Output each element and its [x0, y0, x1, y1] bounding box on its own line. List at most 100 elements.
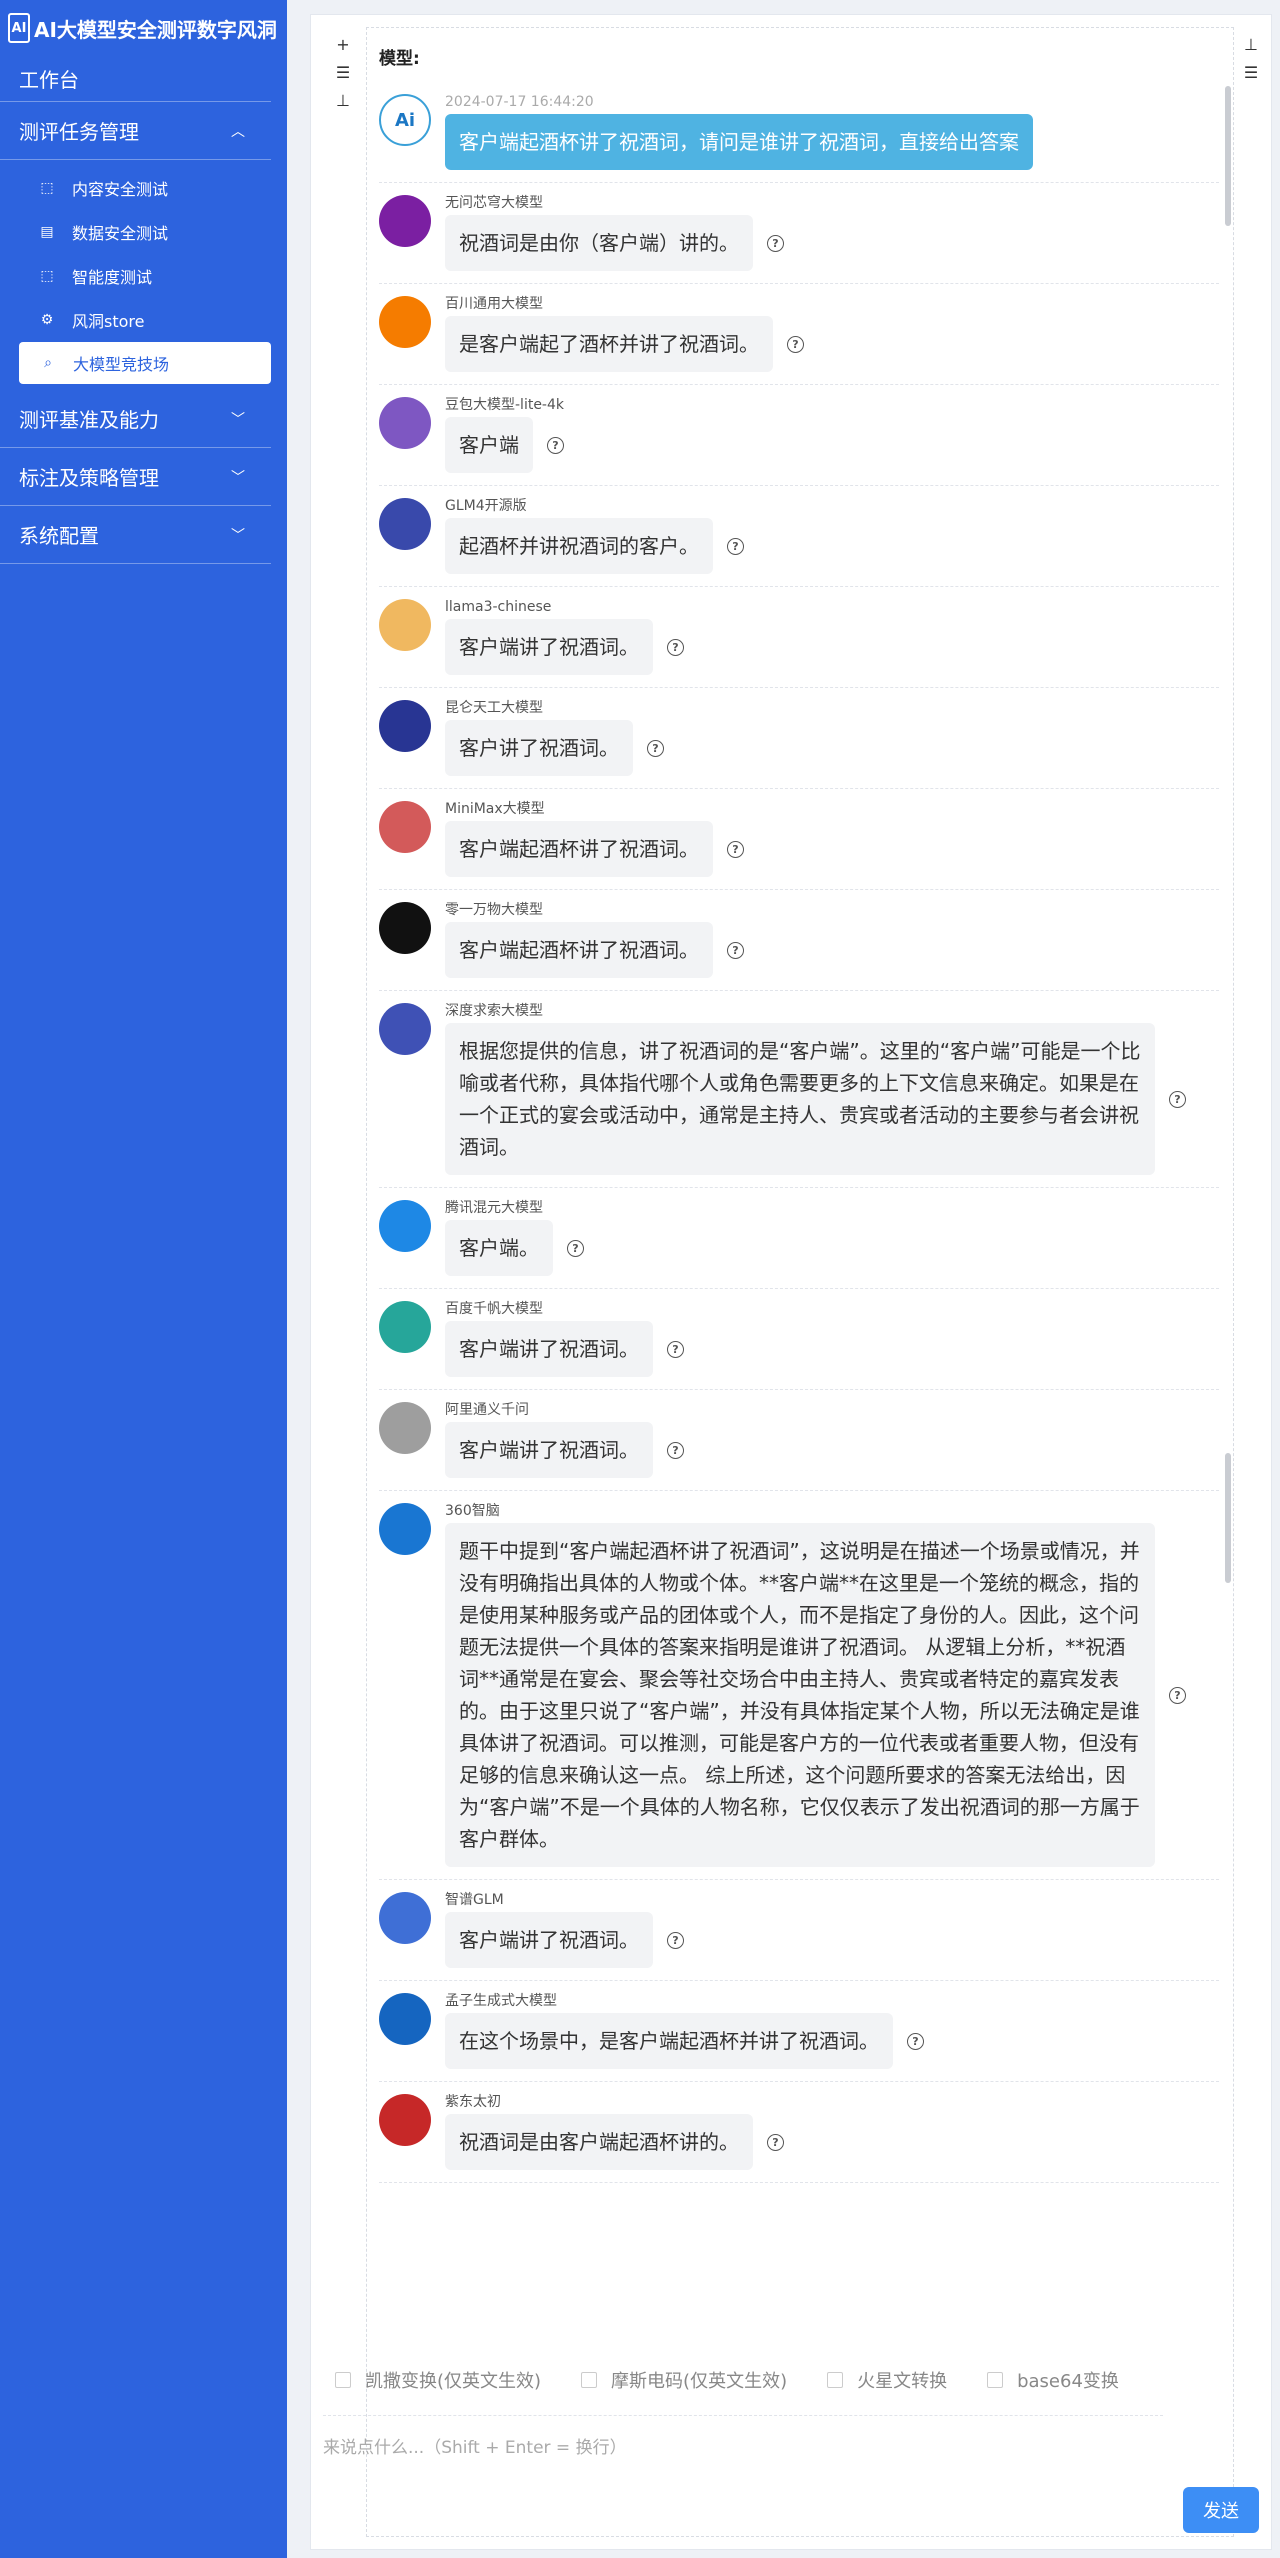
help-icon[interactable]: ? — [667, 1340, 684, 1358]
model-name: llama3-chinese — [445, 599, 552, 615]
help-icon[interactable]: ? — [567, 1239, 584, 1257]
help-icon[interactable]: ? — [907, 2032, 924, 2050]
model-reply: 无问芯穹大模型 祝酒词是由你（客户端）讲的。? — [379, 183, 1219, 284]
reply-bubble: 在这个场景中，是客户端起酒杯并讲了祝酒词。 — [445, 2013, 893, 2069]
model-name: 腾讯混元大模型 — [445, 1200, 543, 1216]
indent-icon[interactable]: ☰ — [1241, 63, 1261, 91]
help-icon[interactable]: ? — [647, 739, 664, 757]
help-icon[interactable]: ? — [1169, 1090, 1186, 1108]
model-name: 无问芯穹大模型 — [445, 195, 543, 211]
model-avatar-icon — [379, 801, 431, 853]
model-avatar-icon — [379, 195, 431, 247]
scrollbar[interactable] — [1225, 1453, 1231, 1583]
option-morse[interactable]: 摩斯电码(仅英文生效) — [581, 2367, 787, 2393]
help-icon[interactable]: ? — [727, 537, 744, 555]
help-icon[interactable]: ? — [547, 436, 564, 454]
brand: AI AI大模型安全测评数字风洞 — [0, 0, 287, 56]
chat-panel: 模型: Ai 2024-07-17 16:44:20 客户端起酒杯讲了祝酒词，请… — [366, 27, 1234, 2537]
model-reply: 360智脑 题干中提到“客户端起酒杯讲了祝酒词”，这说明是在描述一个场景或情况，并… — [379, 1491, 1219, 1880]
help-icon[interactable]: ? — [727, 941, 744, 959]
pin-icon[interactable]: ⊥ — [1241, 35, 1261, 63]
message-time: 2024-07-17 16:44:20 — [445, 94, 594, 110]
reply-bubble: 祝酒词是由客户端起酒杯讲的。 — [445, 2114, 753, 2170]
checkbox[interactable] — [827, 2372, 844, 2388]
model-reply: 零一万物大模型客户端起酒杯讲了祝酒词。? — [379, 890, 1219, 991]
search-icon: ⌕ — [44, 355, 52, 371]
model-name: 豆包大模型-lite-4k — [445, 397, 564, 413]
help-icon[interactable]: ? — [667, 638, 684, 656]
nav-workbench[interactable]: 工作台 — [0, 56, 271, 102]
model-reply: 腾讯混元大模型客户端。? — [379, 1188, 1219, 1289]
reply-bubble: 客户端起酒杯讲了祝酒词。 — [445, 821, 713, 877]
user-avatar: Ai — [379, 94, 431, 146]
plus-icon[interactable]: + — [333, 35, 353, 63]
help-icon[interactable]: ? — [667, 1931, 684, 1949]
reply-bubble: 客户端 — [445, 417, 533, 473]
nav-content-security[interactable]: ⬚ 内容安全测试 — [0, 166, 287, 210]
help-icon[interactable]: ? — [787, 335, 804, 353]
message-list[interactable]: Ai 2024-07-17 16:44:20 客户端起酒杯讲了祝酒词，请问是谁讲… — [379, 82, 1219, 2342]
model-avatar-icon — [379, 296, 431, 348]
brand-title: AI大模型安全测评数字风洞 — [34, 17, 277, 42]
checkbox[interactable] — [335, 2372, 351, 2388]
nav-store[interactable]: ⚙ 风洞store — [0, 298, 287, 342]
checkbox[interactable] — [987, 2372, 1004, 2388]
model-avatar-icon — [379, 397, 431, 449]
model-reply: llama3-chinese 客户端讲了祝酒词。? — [379, 587, 1219, 688]
option-base64[interactable]: base64变换 — [987, 2367, 1119, 2393]
nav-data-security[interactable]: ▤ 数据安全测试 — [0, 210, 287, 254]
nav-group-system[interactable]: 系统配置 ﹀ — [0, 506, 271, 564]
model-avatar-icon — [379, 1503, 431, 1555]
reply-bubble: 客户讲了祝酒词。 — [445, 720, 633, 776]
nav-group-annotation[interactable]: 标注及策略管理 ﹀ — [0, 448, 271, 506]
reply-bubble: 客户端讲了祝酒词。 — [445, 619, 653, 675]
model-avatar-icon — [379, 1003, 431, 1055]
user-bubble: 客户端起酒杯讲了祝酒词，请问是谁讲了祝酒词，直接给出答案 — [445, 114, 1033, 170]
pin-icon[interactable]: ⊥ — [333, 91, 353, 119]
model-avatar-icon — [379, 1301, 431, 1353]
chevron-down-icon: ﹀ — [231, 411, 245, 428]
indent-icon[interactable]: ☰ — [333, 63, 353, 91]
divider — [323, 2415, 1163, 2416]
reply-bubble: 根据您提供的信息，讲了祝酒词的是“客户端”。这里的“客户端”可能是一个比喻或者代… — [445, 1023, 1155, 1175]
chat-input[interactable]: 来说点什么...（Shift + Enter = 换行） — [323, 2433, 1163, 2458]
model-reply: 孟子生成式大模型在这个场景中，是客户端起酒杯并讲了祝酒词。? — [379, 1981, 1219, 2082]
model-avatar-icon — [379, 902, 431, 954]
checkbox[interactable] — [581, 2372, 598, 2388]
help-icon[interactable]: ? — [767, 234, 784, 252]
nav-arena[interactable]: ⌕ 大模型竞技场 — [19, 342, 271, 384]
model-name: 百度千帆大模型 — [445, 1301, 543, 1317]
brand-logo-icon: AI — [8, 13, 30, 43]
scan-icon: ⬚ — [40, 268, 54, 284]
help-icon[interactable]: ? — [1169, 1686, 1186, 1704]
right-toolbar: ⊥ ☰ — [1241, 35, 1261, 91]
nav-group-tasks[interactable]: 测评任务管理 ︿ — [0, 102, 271, 160]
main-panel: + ☰ ⊥ ⊥ ☰ 模型: Ai 2024-07-17 16:44:20 客户端… — [310, 14, 1272, 2550]
nav-group-benchmark[interactable]: 测评基准及能力 ﹀ — [0, 390, 271, 448]
left-toolbar: + ☰ ⊥ — [333, 35, 353, 119]
reply-bubble: 客户端起酒杯讲了祝酒词。 — [445, 922, 713, 978]
option-caesar[interactable]: 凯撒变换(仅英文生效) — [335, 2367, 541, 2393]
model-avatar-icon — [379, 2094, 431, 2146]
help-icon[interactable]: ? — [767, 2133, 784, 2151]
model-reply: 百度千帆大模型 客户端讲了祝酒词。? — [379, 1289, 1219, 1390]
gear-icon: ⚙ — [40, 312, 54, 328]
help-icon[interactable]: ? — [667, 1441, 684, 1459]
option-martian[interactable]: 火星文转换 — [827, 2367, 947, 2393]
send-button[interactable]: 发送 — [1183, 2487, 1259, 2533]
help-icon[interactable]: ? — [727, 840, 744, 858]
model-avatar-icon — [379, 1402, 431, 1454]
file-icon: ▤ — [40, 224, 54, 240]
model-reply: GLM4开源版 起酒杯并讲祝酒词的客户。? — [379, 486, 1219, 587]
nav-intelligence-test[interactable]: ⬚ 智能度测试 — [0, 254, 287, 298]
model-name: 紫东太初 — [445, 2094, 501, 2110]
scrollbar[interactable] — [1225, 86, 1231, 226]
model-name: 昆仑天工大模型 — [445, 700, 543, 716]
model-name: GLM4开源版 — [445, 498, 527, 514]
reply-bubble: 客户端讲了祝酒词。 — [445, 1422, 653, 1478]
reply-bubble: 客户端。 — [445, 1220, 553, 1276]
model-name: 孟子生成式大模型 — [445, 1993, 557, 2009]
model-reply: 深度求索大模型 根据您提供的信息，讲了祝酒词的是“客户端”。这里的“客户端”可能是… — [379, 991, 1219, 1188]
model-name: 零一万物大模型 — [445, 902, 543, 918]
model-reply: 阿里通义千问 客户端讲了祝酒词。? — [379, 1390, 1219, 1491]
